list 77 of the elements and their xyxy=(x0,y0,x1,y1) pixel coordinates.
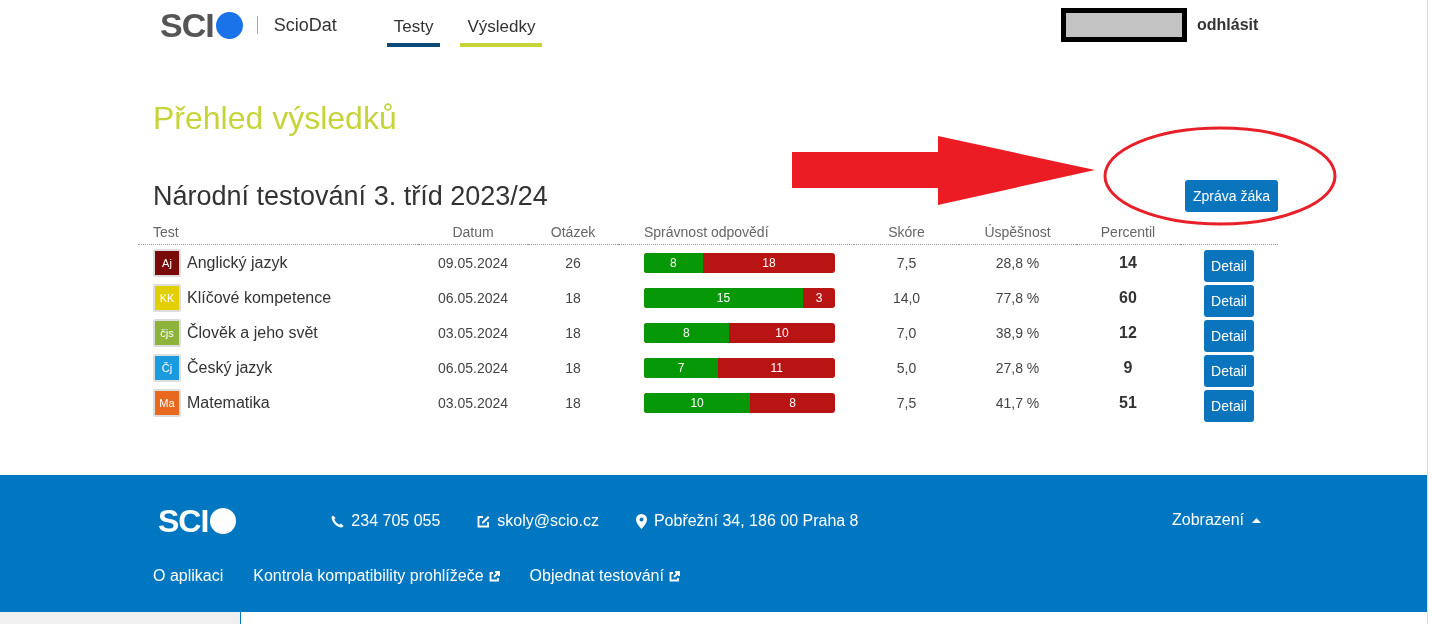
correct-count: 10 xyxy=(644,392,751,413)
subject-badge: Ma xyxy=(153,388,181,417)
column-header: Test xyxy=(138,224,418,245)
test-name: Člověk a jeho svět xyxy=(187,323,318,342)
correct-count: 8 xyxy=(644,252,703,273)
subject-badge: KK xyxy=(153,283,181,312)
wrong-count: 11 xyxy=(769,359,784,377)
student-report-button[interactable]: Zpráva žáka xyxy=(1184,180,1278,212)
nav-tab[interactable]: Výsledky xyxy=(460,11,543,47)
wrong-count: 3 xyxy=(814,289,824,307)
subject-badge: Aj xyxy=(153,248,181,277)
date-cell-text: 03.05.2024 xyxy=(436,393,510,413)
page-title: Přehled výsledků xyxy=(153,100,398,138)
caret-icon xyxy=(1252,517,1262,523)
location-pin-icon xyxy=(635,513,647,529)
correct-count: 8 xyxy=(644,322,729,343)
scio-logo[interactable]: SCI xyxy=(160,5,243,45)
questions-cell-text: 18 xyxy=(564,358,582,378)
questions-cell-text: 18 xyxy=(564,393,582,413)
score-cell-text: 7,0 xyxy=(895,323,918,343)
questions-cell-text: 18 xyxy=(564,323,582,343)
success-cell-text: 27,8 % xyxy=(994,358,1041,378)
detail-button[interactable]: Detail xyxy=(1204,389,1254,422)
footer-link[interactable]: O aplikaci xyxy=(153,567,224,585)
wrong-count: 18 xyxy=(761,254,777,272)
correct-count: 15 xyxy=(644,287,804,308)
wrong-count: 8 xyxy=(788,394,797,412)
app-name: ScioDat xyxy=(273,14,337,36)
subject-badge: čjs xyxy=(153,318,181,347)
test-name: Český jazyk xyxy=(187,358,273,377)
score-cell-text: 14,0 xyxy=(891,288,922,308)
questions-cell-text: 26 xyxy=(564,253,582,273)
percentile-cell-text: 9 xyxy=(1122,357,1134,378)
correct-count: 7 xyxy=(644,357,719,378)
percentile-cell-text: 51 xyxy=(1118,392,1138,413)
scio-logo[interactable]: SCI xyxy=(158,502,237,540)
test-name: Klíčové kompetence xyxy=(187,288,332,307)
subject-badge: Čj xyxy=(153,353,181,382)
date-cell-text: 03.05.2024 xyxy=(436,323,510,343)
phone-icon xyxy=(331,514,345,528)
questions-cell-text: 18 xyxy=(564,288,582,308)
percentile-cell-text: 12 xyxy=(1118,322,1138,343)
score-cell-text: 7,5 xyxy=(895,393,918,413)
date-cell-text: 06.05.2024 xyxy=(436,358,510,378)
column-header: Datum xyxy=(418,224,528,245)
column-header: Správnost odpovědí xyxy=(618,224,854,245)
nav-tab[interactable]: Testy xyxy=(386,11,441,47)
section-title: Národní testování 3. tříd 2023/24 xyxy=(153,181,548,212)
percentile-cell-text: 60 xyxy=(1118,287,1138,308)
address: Pobřežní 34, 186 00 Praha 8 xyxy=(653,512,859,530)
score-cell-text: 5,0 xyxy=(895,358,918,378)
date-cell-text: 09.05.2024 xyxy=(436,253,510,273)
column-header: Úspěšnost xyxy=(959,224,1076,245)
display-menu[interactable]: Zobrazení xyxy=(1172,511,1262,529)
detail-button[interactable]: Detail xyxy=(1204,354,1254,387)
phone-number: 234 705 055 xyxy=(351,512,441,530)
score-cell-text: 7,5 xyxy=(895,253,918,273)
success-cell-text: 41,7 % xyxy=(994,393,1041,413)
success-cell-text: 38,9 % xyxy=(994,323,1041,343)
footer-link[interactable]: Objednat testování xyxy=(529,567,680,585)
wrong-count: 10 xyxy=(774,324,790,342)
column-header: Otázek xyxy=(528,224,618,245)
detail-button[interactable]: Detail xyxy=(1204,284,1254,317)
column-header: Percentil xyxy=(1076,224,1180,245)
edit-icon xyxy=(477,514,491,528)
detail-button[interactable]: Detail xyxy=(1204,249,1254,282)
percentile-cell-text: 14 xyxy=(1118,252,1138,273)
column-header: Skóre xyxy=(854,224,959,245)
logout-link[interactable]: odhlásit xyxy=(1197,16,1259,34)
test-name: Anglický jazyk xyxy=(187,253,288,272)
test-name: Matematika xyxy=(187,393,270,412)
email-link[interactable]: skoly@scio.cz xyxy=(497,512,599,530)
footer-link[interactable]: Kontrola kompatibility prohlížeče xyxy=(253,567,500,585)
success-cell-text: 28,8 % xyxy=(994,253,1041,273)
detail-button[interactable]: Detail xyxy=(1204,319,1254,352)
success-cell-text: 77,8 % xyxy=(994,288,1041,308)
date-cell-text: 06.05.2024 xyxy=(436,288,510,308)
